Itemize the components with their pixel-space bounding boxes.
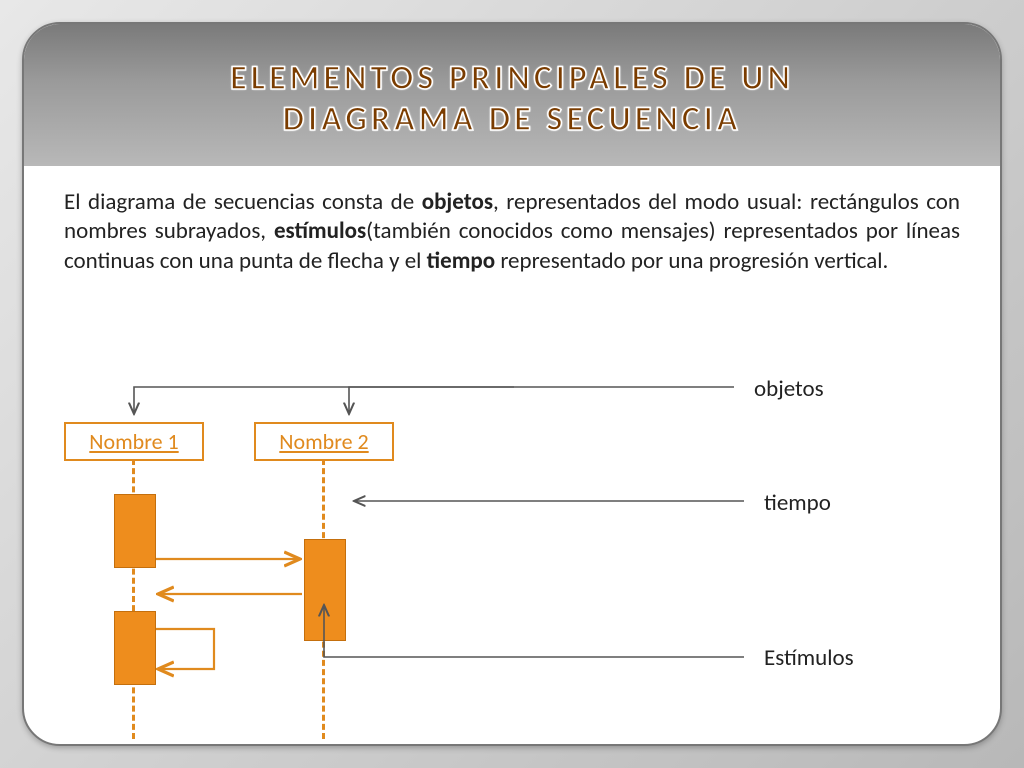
activation-2 [304, 539, 346, 641]
title-bar: ELEMENTOS PRINCIPALES DE UN DIAGRAMA DE … [24, 24, 1000, 166]
title-line-1: ELEMENTOS PRINCIPALES DE UN [230, 58, 794, 99]
object-box-2: Nombre 2 [254, 422, 394, 461]
slide-title: ELEMENTOS PRINCIPALES DE UN DIAGRAMA DE … [54, 58, 970, 140]
title-line-2: DIAGRAMA DE SECUENCIA [283, 99, 742, 140]
slide-frame: ELEMENTOS PRINCIPALES DE UN DIAGRAMA DE … [22, 22, 1002, 746]
self-message [156, 629, 214, 669]
activation-1b [114, 611, 156, 685]
pointer-objects-2 [349, 387, 514, 414]
object-box-1: Nombre 1 [64, 422, 204, 461]
label-objects: objetos [754, 375, 824, 403]
pointer-objects-1 [134, 387, 734, 414]
body-paragraph: El diagrama de secuencias consta de obje… [24, 166, 1000, 284]
pointer-stimuli [324, 605, 744, 657]
label-stimuli: Estímulos [764, 644, 854, 672]
sequence-diagram: objetos tiempo Estímulos Nombre 1 Nombre… [64, 379, 960, 734]
label-time: tiempo [764, 489, 831, 517]
activation-1a [114, 494, 156, 568]
